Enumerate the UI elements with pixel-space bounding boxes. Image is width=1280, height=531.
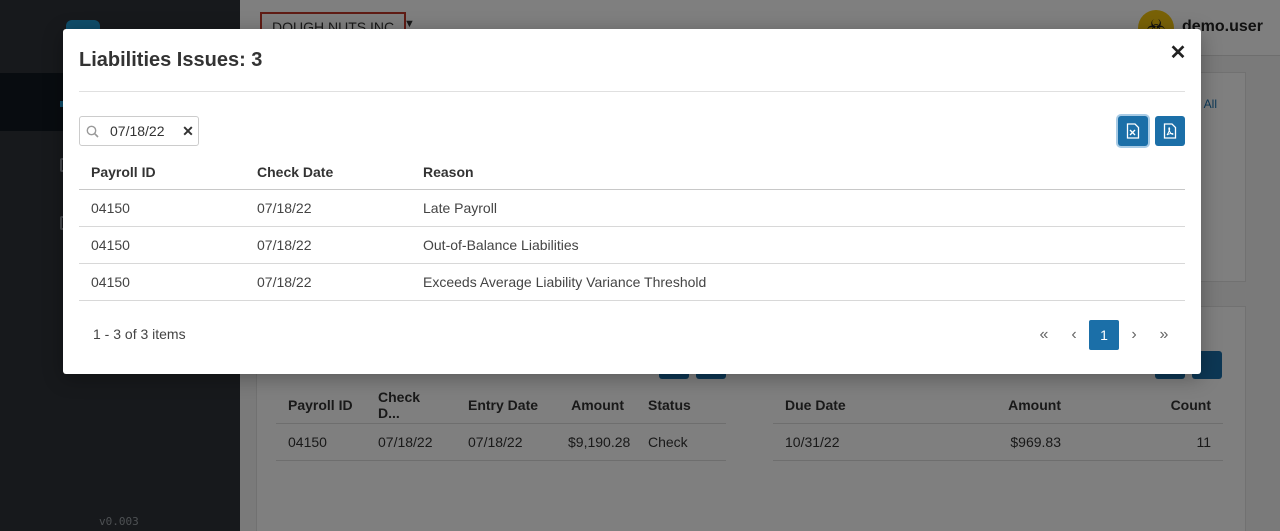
issues-grid: Payroll ID Check Date Reason 04150 07/18… <box>79 154 1185 301</box>
cell-payroll-id: 04150 <box>91 200 130 216</box>
table-row[interactable]: 04150 07/18/22 Out-of-Balance Liabilitie… <box>79 227 1185 264</box>
search-icon <box>80 125 104 138</box>
grid-header: Payroll ID Check Date Reason <box>79 154 1185 190</box>
dialog-title: Liabilities Issues: 3 <box>79 49 263 71</box>
chevron-right-icon[interactable]: › <box>1119 320 1149 350</box>
col-header-payroll-id[interactable]: Payroll ID <box>79 164 245 180</box>
cell-check-date: 07/18/22 <box>257 274 312 290</box>
pager: « ‹ 1 › » <box>1029 320 1179 350</box>
cell-payroll-id: 04150 <box>91 237 130 253</box>
export-excel-button[interactable] <box>1118 116 1148 146</box>
col-header-reason[interactable]: Reason <box>411 164 1185 180</box>
clear-icon[interactable]: ✕ <box>178 123 198 140</box>
chevron-double-right-icon[interactable]: » <box>1149 320 1179 350</box>
export-pdf-button[interactable] <box>1155 116 1185 146</box>
cell-check-date: 07/18/22 <box>257 200 312 216</box>
file-excel-icon <box>1126 123 1140 139</box>
cell-reason: Out-of-Balance Liabilities <box>423 237 579 253</box>
cell-reason: Exceeds Average Liability Variance Thres… <box>423 274 707 290</box>
cell-payroll-id: 04150 <box>91 274 130 290</box>
pager-info: 1 - 3 of 3 items <box>93 326 186 342</box>
table-row[interactable]: 04150 07/18/22 Late Payroll <box>79 190 1185 227</box>
table-row[interactable]: 04150 07/18/22 Exceeds Average Liability… <box>79 264 1185 301</box>
divider <box>79 91 1185 92</box>
close-icon[interactable]: ✕ <box>1169 43 1187 63</box>
file-pdf-icon <box>1163 123 1177 139</box>
search-input[interactable] <box>110 123 178 139</box>
search-field[interactable]: ✕ <box>79 116 199 146</box>
cell-check-date: 07/18/22 <box>257 237 312 253</box>
liabilities-issues-dialog: Liabilities Issues: 3 ✕ ✕ Payroll ID Che… <box>63 29 1201 374</box>
chevron-left-icon[interactable]: ‹ <box>1059 320 1089 350</box>
col-header-check-date[interactable]: Check Date <box>245 164 411 180</box>
chevron-double-left-icon[interactable]: « <box>1029 320 1059 350</box>
page-number-current[interactable]: 1 <box>1089 320 1119 350</box>
cell-reason: Late Payroll <box>423 200 497 216</box>
